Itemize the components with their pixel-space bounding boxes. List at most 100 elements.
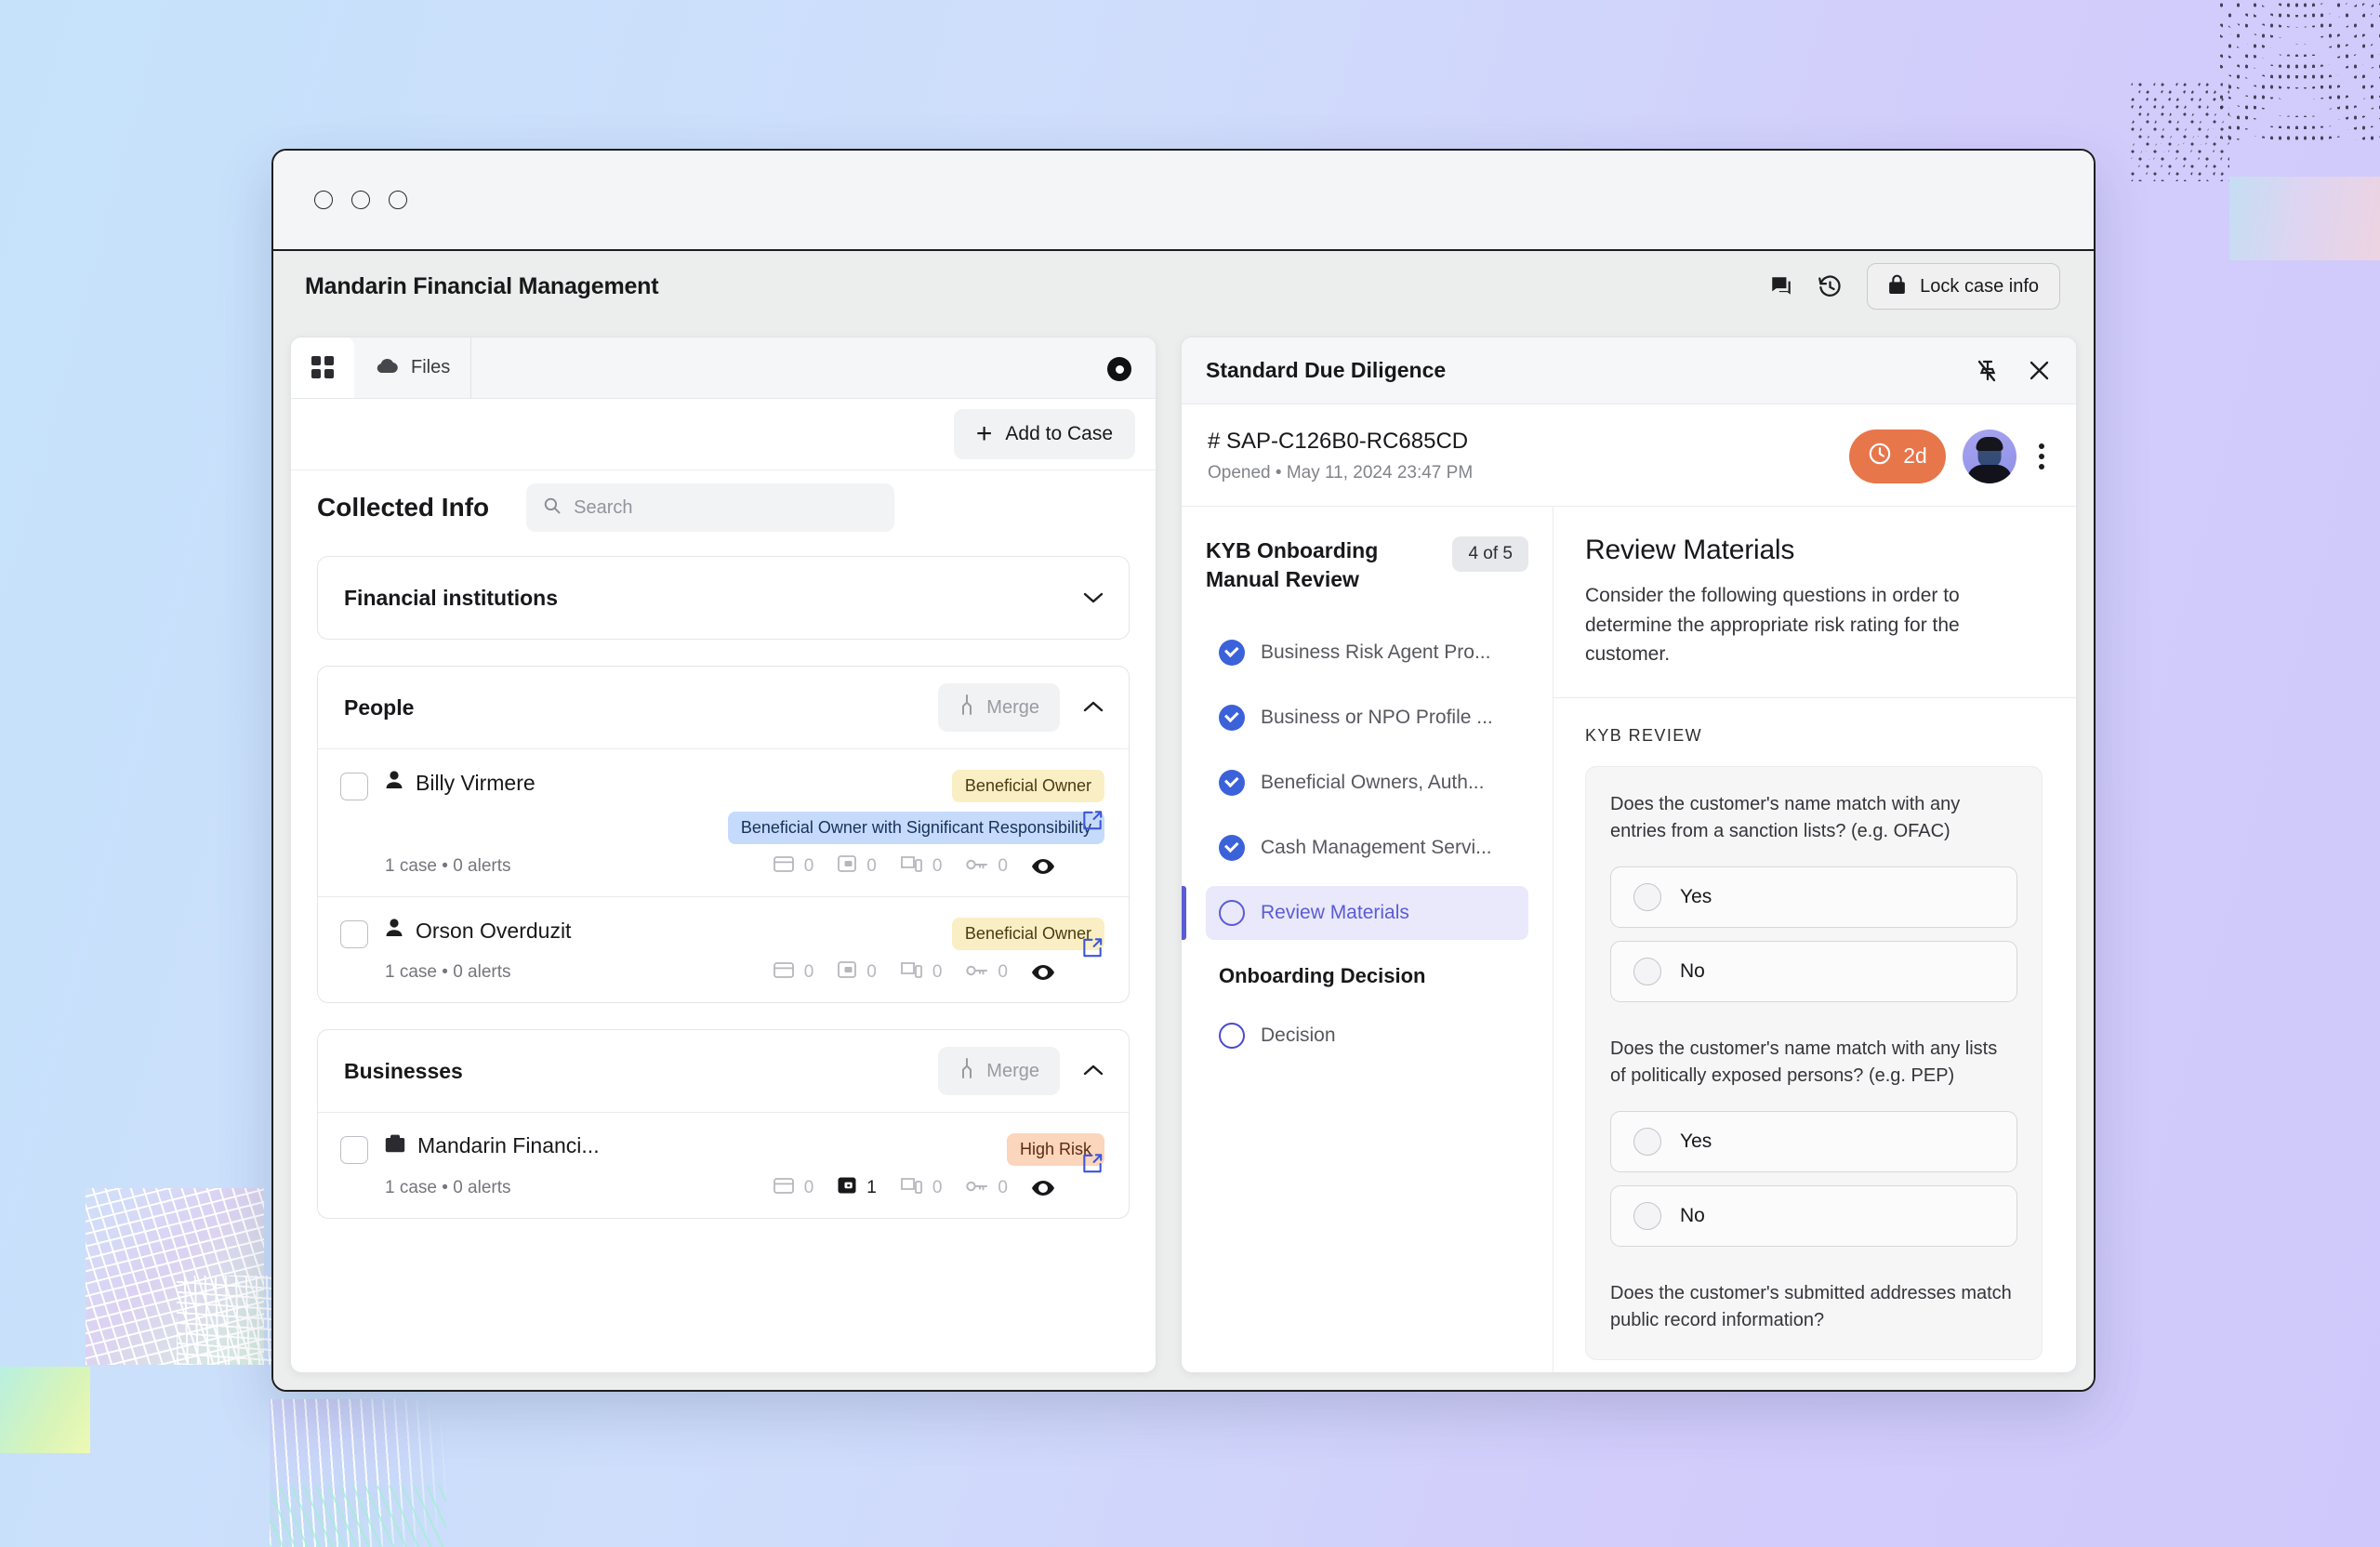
- record-circle-icon[interactable]: [1107, 357, 1131, 381]
- entity-bottom: 1 case • 0 alerts 0 0 0 0: [340, 855, 1104, 878]
- circle-outline-icon: [1219, 899, 1245, 926]
- chevron-down-icon[interactable]: [1082, 588, 1104, 608]
- checklist-item-decision[interactable]: Decision: [1206, 1009, 1528, 1063]
- case-summary: # SAP-C126B0-RC685CD Opened • May 11, 20…: [1182, 404, 2076, 507]
- checklist-item-label: Cash Management Servi...: [1261, 836, 1492, 858]
- question-1-option-no[interactable]: No: [1610, 940, 2017, 1002]
- question-text: Does the customer's name match with any …: [1610, 1038, 1998, 1087]
- person-icon: [385, 918, 403, 944]
- entity-row[interactable]: Mandarin Financi... High Risk 1 case • 0…: [318, 1112, 1129, 1218]
- checklist-item-label: Review Materials: [1261, 901, 1409, 923]
- app-header: Mandarin Financial Management Lock case …: [273, 251, 2094, 322]
- deco-green-swatch: [0, 1367, 90, 1453]
- entity-name-group: Mandarin Financi...: [385, 1133, 600, 1158]
- entity-top: Mandarin Financi... High Risk: [340, 1133, 1104, 1166]
- check-circle-icon: [1219, 704, 1245, 731]
- tab-overview[interactable]: [291, 337, 354, 398]
- kebab-menu-icon[interactable]: [2033, 438, 2050, 475]
- search-input[interactable]: [574, 496, 879, 519]
- wallet-icon: [838, 855, 857, 878]
- status-badge: Beneficial Owner with Significant Respon…: [727, 812, 1104, 844]
- entity-row[interactable]: Orson Overduzit Beneficial Owner 1 case …: [318, 896, 1129, 1002]
- checklist-item-beneficial-owners[interactable]: Beneficial Owners, Auth...: [1206, 756, 1528, 810]
- status-badge: Beneficial Owner: [951, 770, 1104, 802]
- app-header-actions: Lock case info: [1769, 263, 2060, 310]
- question-2-option-no[interactable]: No: [1610, 1184, 2017, 1247]
- eye-icon[interactable]: [1032, 965, 1054, 980]
- search-box[interactable]: [526, 483, 895, 532]
- lock-icon: [1888, 273, 1906, 300]
- entity-top: Orson Overduzit Beneficial Owner: [340, 918, 1104, 950]
- chevron-up-icon[interactable]: [1082, 697, 1104, 718]
- entity-checkbox[interactable]: [340, 773, 368, 800]
- tabbar-action[interactable]: [1107, 357, 1131, 381]
- wallet-count: 0: [838, 855, 877, 878]
- key-count: 0: [966, 962, 1008, 983]
- section-businesses: Businesses Merge Mandarin Financi... Hig…: [317, 1029, 1130, 1219]
- kyb-review-questions: Does the customer's name match with any …: [1585, 765, 2043, 1361]
- entity-name: Orson Overduzit: [416, 918, 572, 943]
- avatar[interactable]: [1963, 429, 2016, 483]
- checklist-progress-badge: 4 of 5: [1452, 536, 1528, 572]
- entity-checkbox[interactable]: [340, 1136, 368, 1164]
- entity-row[interactable]: Billy Virmere Beneficial Owner Beneficia…: [318, 748, 1129, 896]
- devices-count: 0: [900, 855, 942, 878]
- question-1-option-yes[interactable]: Yes: [1610, 866, 2017, 928]
- section-title: Businesses: [344, 1058, 463, 1083]
- checklist-header: KYB Onboarding Manual Review 4 of 5: [1206, 536, 1528, 594]
- checklist-item-review-materials[interactable]: Review Materials: [1182, 885, 1528, 940]
- count-value: 0: [998, 856, 1008, 876]
- external-link-icon[interactable]: [1080, 809, 1104, 838]
- radio-icon[interactable]: [1633, 882, 1661, 911]
- checklist-item-business-npo-profile[interactable]: Business or NPO Profile ...: [1206, 691, 1528, 745]
- window-maximize-dot[interactable]: [389, 191, 407, 209]
- radio-icon[interactable]: [1633, 1201, 1661, 1230]
- lock-case-info-button[interactable]: Lock case info: [1867, 263, 2060, 310]
- section-header[interactable]: Financial institutions: [318, 557, 1129, 639]
- section-actions: [1082, 588, 1104, 608]
- section-header: People Merge: [318, 667, 1129, 748]
- due-diligence-header-actions: [1977, 360, 2050, 382]
- count-value: 0: [932, 1178, 943, 1197]
- checklist-item-label: Business Risk Agent Pro...: [1261, 641, 1491, 663]
- card-count: 0: [773, 961, 813, 984]
- window-minimize-dot[interactable]: [351, 191, 370, 209]
- entity-checkbox[interactable]: [340, 920, 368, 948]
- eye-icon[interactable]: [1032, 859, 1054, 874]
- merge-businesses-button[interactable]: Merge: [938, 1047, 1060, 1095]
- entity-name: Billy Virmere: [416, 770, 536, 795]
- key-count: 0: [966, 1178, 1008, 1198]
- sla-badge: 2d: [1849, 429, 1946, 483]
- history-icon[interactable]: [1818, 274, 1843, 299]
- unpin-icon[interactable]: [1977, 360, 1997, 382]
- devices-icon: [900, 855, 922, 878]
- merge-people-button[interactable]: Merge: [938, 683, 1060, 732]
- comment-icon[interactable]: [1769, 274, 1793, 298]
- search-icon: [543, 496, 562, 520]
- question-2-option-yes[interactable]: Yes: [1610, 1110, 2017, 1172]
- close-icon[interactable]: [2029, 360, 2050, 381]
- key-icon: [966, 856, 988, 877]
- add-to-case-button[interactable]: + Add to Case: [953, 409, 1135, 459]
- deco-dot-pattern-top: [2217, 0, 2380, 144]
- option-label: No: [1680, 1204, 1705, 1226]
- radio-icon[interactable]: [1633, 1127, 1661, 1156]
- external-link-icon[interactable]: [1080, 1151, 1104, 1180]
- window-close-dot[interactable]: [314, 191, 333, 209]
- add-to-case-row: + Add to Case: [291, 399, 1156, 469]
- radio-icon[interactable]: [1633, 957, 1661, 985]
- wallet-icon: [838, 1177, 856, 1199]
- external-link-icon[interactable]: [1080, 935, 1104, 964]
- eye-icon[interactable]: [1032, 1181, 1054, 1196]
- chevron-up-icon[interactable]: [1082, 1061, 1104, 1081]
- checklist-item-business-risk-agent[interactable]: Business Risk Agent Pro...: [1206, 626, 1528, 680]
- checklist-item-cash-management[interactable]: Cash Management Servi...: [1206, 821, 1528, 875]
- tab-files[interactable]: Files: [354, 337, 472, 398]
- due-diligence-body: KYB Onboarding Manual Review 4 of 5 Busi…: [1182, 507, 2076, 1372]
- workflow-checklist: KYB Onboarding Manual Review 4 of 5 Busi…: [1182, 507, 1554, 1372]
- checklist-item-label: Beneficial Owners, Auth...: [1261, 771, 1485, 793]
- deco-mesh-grid-b: [177, 1276, 274, 1365]
- left-panel-tabbar: Files: [291, 337, 1156, 399]
- plus-icon: +: [975, 418, 993, 449]
- devices-count: 0: [900, 1177, 943, 1199]
